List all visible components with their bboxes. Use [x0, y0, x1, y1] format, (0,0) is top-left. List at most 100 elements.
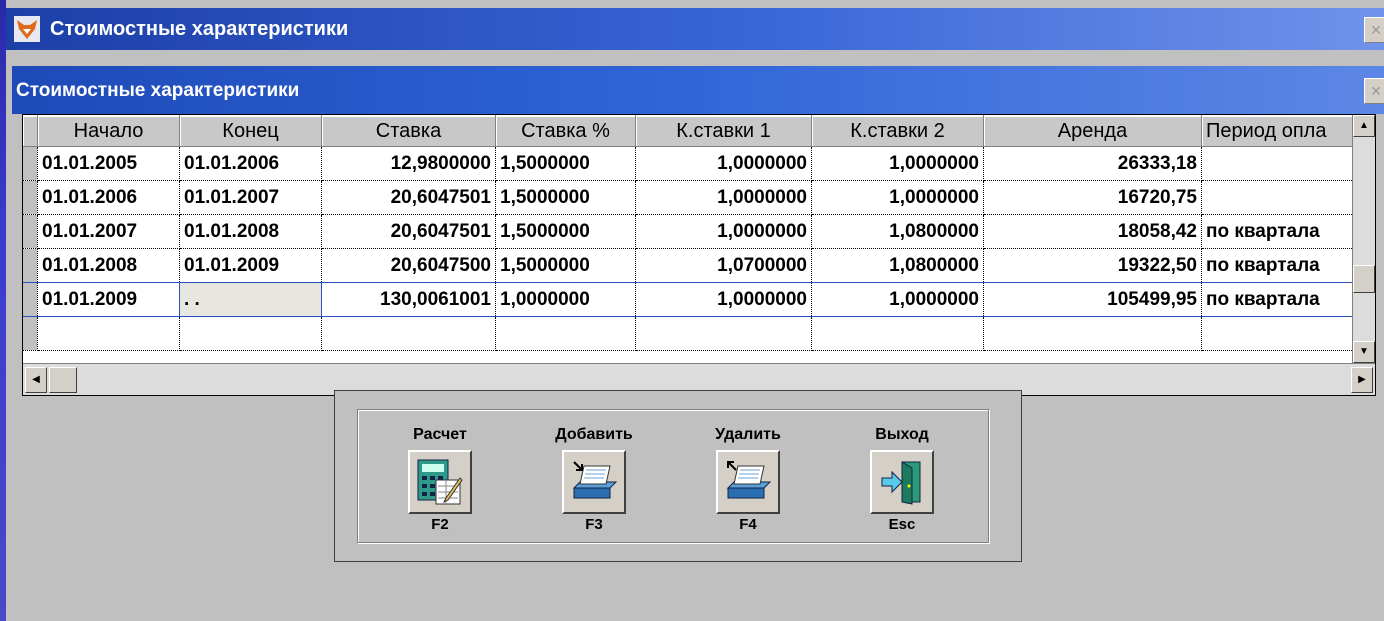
column-header[interactable]: Период опла	[1201, 115, 1372, 147]
table-cell[interactable]: по квартала	[1201, 214, 1372, 249]
delete-tool: Удалить F4	[688, 410, 808, 533]
row-indicator[interactable]	[23, 282, 38, 317]
outer-titlebar[interactable]: Стоимостные характеристики ×	[6, 8, 1384, 50]
scroll-up-arrow-icon[interactable]: ▲	[1353, 115, 1375, 137]
table-cell[interactable]: 1,0800000	[811, 248, 984, 283]
table-cell[interactable]	[179, 316, 322, 351]
inner-close-button[interactable]: ×	[1364, 78, 1384, 104]
column-header[interactable]: Начало	[37, 115, 180, 147]
table-row[interactable]: 01.01.2006 01.01.2007 20,6047501 1,50000…	[23, 180, 1372, 215]
table-cell[interactable]	[495, 316, 636, 351]
row-indicator[interactable]	[23, 214, 38, 249]
table-cell[interactable]: 01.01.2005	[37, 146, 180, 181]
table-cell[interactable]: 1,0000000	[635, 146, 812, 181]
exit-button[interactable]	[870, 450, 934, 514]
table-cell[interactable]: 01.01.2007	[179, 180, 322, 215]
data-grid[interactable]: Начало Конец Ставка Ставка % К.ставки 1 …	[22, 114, 1376, 396]
table-cell[interactable]	[1201, 180, 1372, 215]
table-cell[interactable]: 01.01.2008	[37, 248, 180, 283]
table-cell[interactable]: 1,0000000	[811, 180, 984, 215]
column-header[interactable]: Ставка	[321, 115, 496, 147]
table-row-current[interactable]: 01.01.2009 . . 130,0061001 1,0000000 1,0…	[23, 282, 1372, 317]
table-cell[interactable]	[983, 316, 1202, 351]
calculator-icon	[417, 459, 463, 505]
table-cell[interactable]: 19322,50	[983, 248, 1202, 283]
row-indicator[interactable]	[23, 316, 38, 351]
table-cell[interactable]: 130,0061001	[321, 282, 496, 317]
header-row: Начало Конец Ставка Ставка % К.ставки 1 …	[23, 115, 1372, 147]
table-cell[interactable]: 1,5000000	[495, 214, 636, 249]
table-cell[interactable]: 1,5000000	[495, 180, 636, 215]
inner-titlebar[interactable]: Стоимостные характеристики ×	[12, 66, 1384, 114]
column-header[interactable]: Аренда	[983, 115, 1202, 147]
table-cell[interactable]: 1,5000000	[495, 146, 636, 181]
table-cell[interactable]: 01.01.2007	[37, 214, 180, 249]
table-cell[interactable]: 1,0000000	[635, 214, 812, 249]
exit-tool: Выход Esc	[842, 410, 962, 533]
outer-window: Стоимостные характеристики × Стоимостные…	[6, 0, 1384, 621]
table-cell[interactable]: 1,0700000	[635, 248, 812, 283]
table-row[interactable]: 01.01.2007 01.01.2008 20,6047501 1,50000…	[23, 214, 1372, 249]
table-cell[interactable]	[37, 316, 180, 351]
add-key: F3	[585, 516, 603, 533]
table-row-empty[interactable]	[23, 316, 1372, 351]
column-header[interactable]: К.ставки 2	[811, 115, 984, 147]
vertical-scrollbar[interactable]: ▲ ▼	[1352, 115, 1375, 363]
exit-label: Выход	[875, 426, 929, 443]
table-cell[interactable]: 01.01.2009	[37, 282, 180, 317]
horizontal-scroll-thumb[interactable]	[49, 367, 77, 393]
delete-button[interactable]	[716, 450, 780, 514]
scroll-right-arrow-icon[interactable]: ▶	[1351, 367, 1373, 393]
table-cell[interactable]: 105499,95	[983, 282, 1202, 317]
table-cell[interactable]	[635, 316, 812, 351]
table-cell[interactable]: 1,0000000	[811, 282, 984, 317]
delete-label: Удалить	[715, 426, 781, 443]
table-cell[interactable]: 01.01.2009	[179, 248, 322, 283]
scroll-left-arrow-icon[interactable]: ◀	[25, 367, 47, 393]
table-cell[interactable]: 01.01.2006	[179, 146, 322, 181]
inner-window: Стоимостные характеристики × Начало Коне…	[12, 66, 1384, 396]
column-header[interactable]: К.ставки 1	[635, 115, 812, 147]
table-cell[interactable]: 26333,18	[983, 146, 1202, 181]
column-header[interactable]: Ставка %	[495, 115, 636, 147]
outer-window-title: Стоимостные характеристики	[50, 17, 349, 40]
table-cell[interactable]: 16720,75	[983, 180, 1202, 215]
table-cell[interactable]	[321, 316, 496, 351]
add-record-icon	[572, 461, 618, 499]
data-table: Начало Конец Ставка Ставка % К.ставки 1 …	[23, 115, 1372, 351]
table-cell[interactable]: 20,6047501	[321, 214, 496, 249]
table-cell[interactable]	[811, 316, 984, 351]
table-cell[interactable]: 01.01.2008	[179, 214, 322, 249]
table-cell[interactable]: 1,0000000	[635, 180, 812, 215]
delete-record-icon	[726, 461, 772, 499]
inner-window-title: Стоимостные характеристики	[16, 80, 300, 101]
table-cell-editing[interactable]: . .	[179, 282, 322, 317]
calculate-button[interactable]	[408, 450, 472, 514]
table-cell[interactable]: по квартала	[1201, 282, 1372, 317]
table-row[interactable]: 01.01.2005 01.01.2006 12,9800000 1,50000…	[23, 146, 1372, 181]
table-row[interactable]: 01.01.2008 01.01.2009 20,6047500 1,50000…	[23, 248, 1372, 283]
table-cell[interactable]: 1,0000000	[811, 146, 984, 181]
table-cell[interactable]: 1,5000000	[495, 248, 636, 283]
table-cell[interactable]: 1,0000000	[495, 282, 636, 317]
scroll-down-arrow-icon[interactable]: ▼	[1353, 341, 1375, 363]
row-indicator[interactable]	[23, 248, 38, 283]
exit-door-icon	[881, 461, 921, 505]
table-cell[interactable]: 01.01.2006	[37, 180, 180, 215]
table-cell[interactable]	[1201, 316, 1372, 351]
outer-close-button[interactable]: ×	[1364, 17, 1384, 43]
calculate-key: F2	[431, 516, 449, 533]
table-cell[interactable]: 20,6047501	[321, 180, 496, 215]
column-header[interactable]: Конец	[179, 115, 322, 147]
add-button[interactable]	[562, 450, 626, 514]
table-cell[interactable]: 1,0000000	[635, 282, 812, 317]
row-indicator[interactable]	[23, 180, 38, 215]
table-cell[interactable]: 12,9800000	[321, 146, 496, 181]
row-indicator[interactable]	[23, 146, 38, 181]
table-cell[interactable]: 20,6047500	[321, 248, 496, 283]
table-cell[interactable]: 1,0800000	[811, 214, 984, 249]
table-cell[interactable]: 18058,42	[983, 214, 1202, 249]
table-cell[interactable]	[1201, 146, 1372, 181]
table-cell[interactable]: по квартала	[1201, 248, 1372, 283]
vertical-scroll-thumb[interactable]	[1353, 265, 1375, 293]
